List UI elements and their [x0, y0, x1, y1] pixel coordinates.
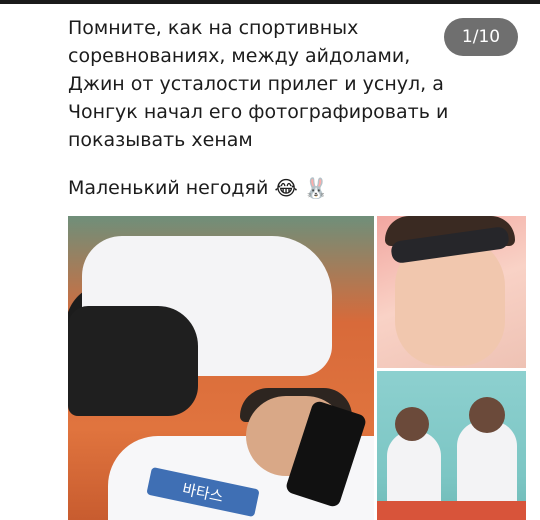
closeup-photo[interactable] — [377, 216, 526, 368]
group-photo[interactable] — [377, 371, 526, 520]
group-head-2 — [469, 397, 505, 433]
top-bar — [0, 0, 540, 4]
photo-figure-pants — [68, 306, 198, 416]
group-head-1 — [395, 407, 429, 441]
main-photo[interactable]: 바타스 — [68, 216, 374, 520]
caption-text: Маленький негодяй — [68, 177, 269, 199]
post-text: Помните, как на спортивных соревнованиях… — [68, 17, 449, 151]
rabbit-emoji-icon: 🐰 — [303, 176, 329, 200]
laughing-emoji-icon: 😂 — [274, 176, 298, 200]
page-counter-badge: 1/10 — [444, 18, 518, 56]
group-floor — [377, 501, 526, 520]
caption: Маленький негодяй 😂 🐰 — [68, 177, 329, 199]
